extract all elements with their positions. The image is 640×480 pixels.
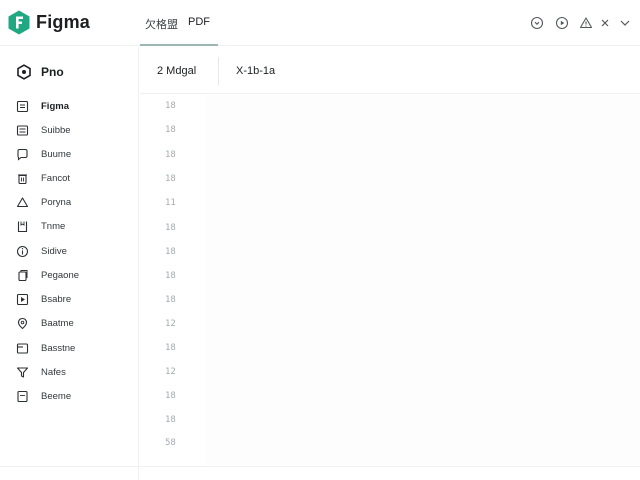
sidebar-item-label: Bsabre (41, 293, 72, 305)
app-name: Figma (36, 12, 91, 32)
line-number: 18 (165, 247, 176, 257)
funnel-icon (16, 366, 29, 378)
sidebar-item-label: Tnme (41, 220, 66, 232)
active-tab-indicator (140, 44, 218, 46)
sidebar-item-label: Fancot (41, 172, 71, 184)
bookmark-icon (17, 221, 28, 232)
sidebar-item-label: Nafes (41, 366, 66, 378)
line-number: 18 (165, 174, 176, 184)
content-header: 2 Mdgal X-1b-1a (140, 47, 640, 94)
sidebar-item-label: Basstne (41, 342, 76, 354)
line-number: 18 (165, 150, 176, 160)
sidebar-item-nafes[interactable]: Nafes (16, 363, 134, 381)
list-icon (16, 124, 29, 136)
info-icon (16, 245, 29, 257)
hex-icon (17, 64, 31, 80)
sidebar-item-poryna[interactable]: Poryna (16, 193, 134, 211)
line-number-gutter: 18 18 18 18 11 18 18 18 18 12 18 12 18 1… (140, 95, 206, 465)
warning-icon[interactable] (579, 16, 593, 30)
refresh-icon[interactable] (530, 16, 544, 30)
sidebar-item-label: Pegaone (41, 269, 80, 281)
chat-icon (17, 148, 28, 161)
chevron-down-icon[interactable] (618, 16, 632, 30)
sidebar-header-label: Pno (41, 65, 64, 79)
sidebar-item-label: Beeme (41, 390, 72, 402)
sidebar-item-basstne[interactable]: Basstne (16, 339, 134, 357)
figma-logo-icon (8, 10, 30, 35)
pages-icon (18, 269, 28, 281)
sidebar-item-figma[interactable]: Figma (16, 97, 134, 115)
sidebar-item-label: Baatme (41, 317, 74, 329)
sidebar-item-beeme[interactable]: Beeme (16, 387, 134, 405)
file-icon (16, 100, 29, 112)
triangle-icon (16, 196, 29, 207)
sidebar-item-pegaone[interactable]: Pegaone (16, 266, 134, 284)
sidebar-item-fancot[interactable]: Fancot (16, 169, 134, 187)
sidebar-item-label: Suibbe (41, 124, 71, 136)
sidebar-item-label: Buume (41, 148, 72, 160)
document-title[interactable]: 2 Mdgal (157, 65, 196, 77)
top-bar: Figma 欠格盟 PDF (0, 0, 640, 46)
line-number: 18 (165, 223, 176, 233)
line-number: 11 (165, 198, 176, 208)
sidebar: Pno Figma Suibbe Buume Fancot Poryna Tnm… (0, 47, 139, 480)
line-number: 18 (165, 343, 176, 353)
sidebar-item-suibbe[interactable]: Suibbe (16, 121, 134, 139)
sidebar-item-baatme[interactable]: Baatme (16, 314, 134, 332)
line-number: 12 (165, 319, 176, 329)
doc-icon (17, 390, 28, 402)
line-number: 58 (165, 438, 176, 448)
sidebar-header[interactable]: Pno (16, 64, 64, 80)
line-number: 12 (165, 367, 176, 377)
line-number: 18 (165, 101, 176, 111)
sidebar-item-label: Poryna (41, 196, 72, 208)
sidebar-item-label: Sidive (41, 245, 67, 257)
bottom-divider (0, 466, 640, 467)
sidebar-item-tnme[interactable]: Tnme (16, 217, 134, 235)
document-version[interactable]: X-1b-1a (236, 65, 275, 77)
line-number: 18 (165, 295, 176, 305)
sidebar-item-buume[interactable]: Buume (16, 145, 134, 163)
document-canvas[interactable] (206, 95, 640, 465)
line-number: 18 (165, 125, 176, 135)
tray-icon (16, 342, 29, 354)
sidebar-item-label: Figma (41, 100, 69, 112)
header-divider (218, 57, 219, 85)
play-circle-icon[interactable] (555, 16, 569, 30)
tab-first[interactable]: 欠格盟 (145, 16, 178, 32)
tab-pdf[interactable]: PDF (188, 16, 210, 28)
sidebar-item-sidive[interactable]: Sidive (16, 242, 134, 260)
pin-icon (17, 317, 28, 329)
line-number: 18 (165, 415, 176, 425)
sidebar-item-bsabre[interactable]: Bsabre (16, 290, 134, 308)
line-number: 18 (165, 271, 176, 281)
line-number: 18 (165, 391, 176, 401)
close-icon[interactable] (598, 16, 612, 30)
trash-icon (18, 173, 27, 184)
play-box-icon (16, 293, 29, 305)
